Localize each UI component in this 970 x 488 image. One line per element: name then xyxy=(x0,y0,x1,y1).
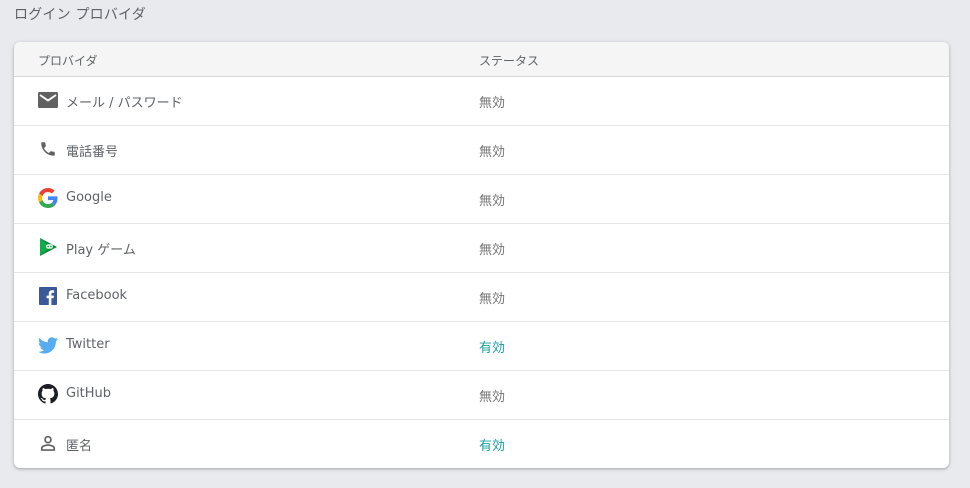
provider-status: 有効 xyxy=(479,341,506,356)
phone-icon xyxy=(38,139,58,159)
provider-row-play-games[interactable]: Play ゲーム 無効 xyxy=(14,224,949,273)
header-provider: プロバイダ xyxy=(38,54,98,68)
provider-status: 無効 xyxy=(479,243,506,258)
provider-name: 電話番号 xyxy=(66,145,119,160)
table-header: プロバイダ ステータス xyxy=(14,42,949,77)
provider-row-github[interactable]: GitHub 無効 xyxy=(14,371,949,420)
provider-status: 有効 xyxy=(479,439,506,454)
header-status: ステータス xyxy=(479,54,540,68)
google-icon xyxy=(38,188,58,208)
provider-name: Facebook xyxy=(66,288,128,303)
facebook-icon xyxy=(38,286,58,306)
provider-status: 無効 xyxy=(479,390,506,405)
provider-name: Play ゲーム xyxy=(66,243,136,258)
provider-name: Google xyxy=(66,190,112,205)
provider-name: 匿名 xyxy=(66,439,93,454)
provider-row-facebook[interactable]: Facebook 無効 xyxy=(14,273,949,322)
provider-status: 無効 xyxy=(479,96,506,111)
provider-row-phone[interactable]: 電話番号 無効 xyxy=(14,126,949,175)
twitter-icon xyxy=(38,335,58,355)
provider-status: 無効 xyxy=(479,292,506,307)
provider-status: 無効 xyxy=(479,145,506,160)
provider-name: メール / パスワード xyxy=(66,96,183,111)
provider-name: GitHub xyxy=(66,386,112,401)
provider-row-twitter[interactable]: Twitter 有効 xyxy=(14,322,949,371)
provider-name: Twitter xyxy=(66,337,110,352)
mail-icon xyxy=(38,90,58,110)
providers-table: プロバイダ ステータス メール / パスワード 無効 電話番号 無効 Googl… xyxy=(14,42,949,468)
person-icon xyxy=(38,433,58,453)
section-title: ログイン プロバイダ xyxy=(14,7,146,23)
provider-status: 無効 xyxy=(479,194,506,209)
provider-row-google[interactable]: Google 無効 xyxy=(14,175,949,224)
github-icon xyxy=(38,384,58,404)
play-games-icon xyxy=(38,237,58,257)
provider-row-email[interactable]: メール / パスワード 無効 xyxy=(14,77,949,126)
provider-row-anonymous[interactable]: 匿名 有効 xyxy=(14,420,949,468)
